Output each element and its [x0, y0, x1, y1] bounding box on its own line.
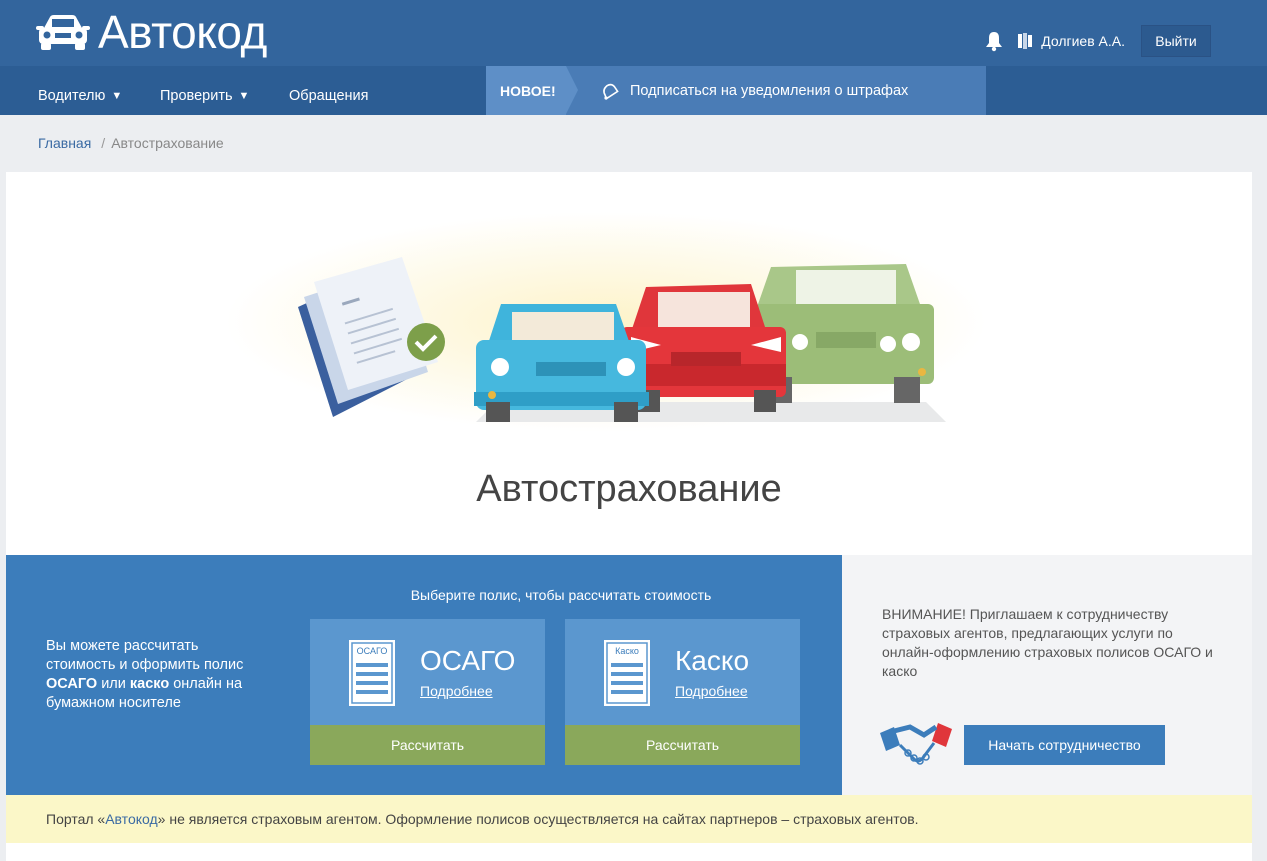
breadcrumb-home[interactable]: Главная — [38, 135, 91, 151]
partner-invite-panel: ВНИМАНИЕ! Приглашаем к сотрудничеству ст… — [842, 555, 1252, 795]
calculate-osago-button[interactable]: Рассчитать — [310, 725, 545, 765]
logo-text: Автокод — [98, 6, 267, 58]
policy-name: Каско — [675, 645, 750, 676]
subscribe-fines-link[interactable]: Подписаться на уведомления о штрафах — [600, 66, 908, 115]
notice-text: » не является страховым агентом. Оформле… — [157, 811, 919, 827]
policy-doc-label: Каско — [615, 646, 639, 656]
policy-doc-label: ОСАГО — [357, 646, 388, 656]
user-area: Долгиев А.А. Выйти — [983, 25, 1211, 57]
policy-document-icon: Каско — [604, 640, 650, 706]
nav-item-appeals[interactable]: Обращения — [289, 88, 369, 104]
disclaimer-notice: Портал «Автокод» не является страховым а… — [6, 795, 1252, 843]
policy-card-osago: ОСАГО ОСАГО Подробнее Рассчитать — [310, 619, 545, 765]
policy-card-kasko: Каско Каско Подробнее Рассчитать — [565, 619, 800, 765]
description-bold-kasko: каско — [129, 676, 170, 692]
policy-name: ОСАГО — [420, 645, 516, 676]
nav-item-label: Проверить — [160, 88, 233, 104]
footer-strip — [6, 843, 1252, 861]
description-text: Вы можете рассчитать стоимость и оформит… — [46, 638, 244, 673]
new-feature-banner[interactable]: НОВОЕ! Подписаться на уведомления о штра… — [486, 66, 986, 115]
partner-invite-text: ВНИМАНИЕ! Приглашаем к сотрудничеству ст… — [882, 606, 1213, 679]
main-nav: Водителю ▼ Проверить ▼ Обращения НОВОЕ! … — [0, 66, 1267, 115]
subscribe-label: Подписаться на уведомления о штрафах — [630, 82, 909, 99]
calculator-title: Выберите полис, чтобы рассчитать стоимос… — [410, 587, 712, 603]
top-header: Автокод Долгиев А.А. Выйти — [0, 0, 1267, 66]
notice-text: Портал « — [46, 811, 106, 827]
calculator-description: Вы можете рассчитать стоимость и оформит… — [46, 637, 266, 713]
nav-item-driver[interactable]: Водителю ▼ — [38, 88, 122, 104]
breadcrumb-separator: / — [101, 135, 106, 151]
car-logo-icon — [36, 15, 90, 50]
nav-item-check[interactable]: Проверить ▼ — [160, 88, 249, 104]
chevron-down-icon: ▼ — [111, 90, 123, 102]
policy-more-link[interactable]: Подробнее — [420, 683, 493, 699]
description-bold-osago: ОСАГО — [46, 676, 98, 692]
logo[interactable]: Автокод — [36, 4, 267, 60]
policy-more-link[interactable]: Подробнее — [675, 683, 748, 699]
insurance-cars-illustration — [226, 212, 986, 432]
user-book-icon — [1018, 33, 1033, 49]
chevron-down-icon: ▼ — [238, 90, 250, 102]
breadcrumb-current: Автострахование — [111, 135, 224, 151]
bell-outline-icon — [603, 83, 619, 100]
nav-item-label: Водителю — [38, 88, 106, 104]
description-text: или — [97, 676, 130, 692]
policy-card-top: ОСАГО ОСАГО Подробнее — [310, 619, 545, 725]
breadcrumb: Главная / Автострахование — [38, 135, 224, 151]
calculate-kasko-button[interactable]: Рассчитать — [565, 725, 800, 765]
start-cooperation-button[interactable]: Начать сотрудничество — [964, 725, 1165, 765]
bell-icon[interactable] — [983, 30, 1005, 52]
policy-calculator: Выберите полис, чтобы рассчитать стоимос… — [6, 555, 842, 795]
handshake-icon — [880, 723, 952, 765]
nav-item-label: Обращения — [289, 88, 369, 104]
notice-autocode-link[interactable]: Автокод — [105, 811, 157, 827]
new-tag: НОВОЕ! — [486, 66, 578, 115]
user-name[interactable]: Долгиев А.А. — [1041, 33, 1125, 49]
main-card: Автострахование — [6, 172, 1252, 555]
logout-button[interactable]: Выйти — [1141, 25, 1211, 57]
page-title: Автострахование — [476, 468, 782, 510]
policy-document-icon: ОСАГО — [349, 640, 395, 706]
policy-card-top: Каско Каско Подробнее — [565, 619, 800, 725]
